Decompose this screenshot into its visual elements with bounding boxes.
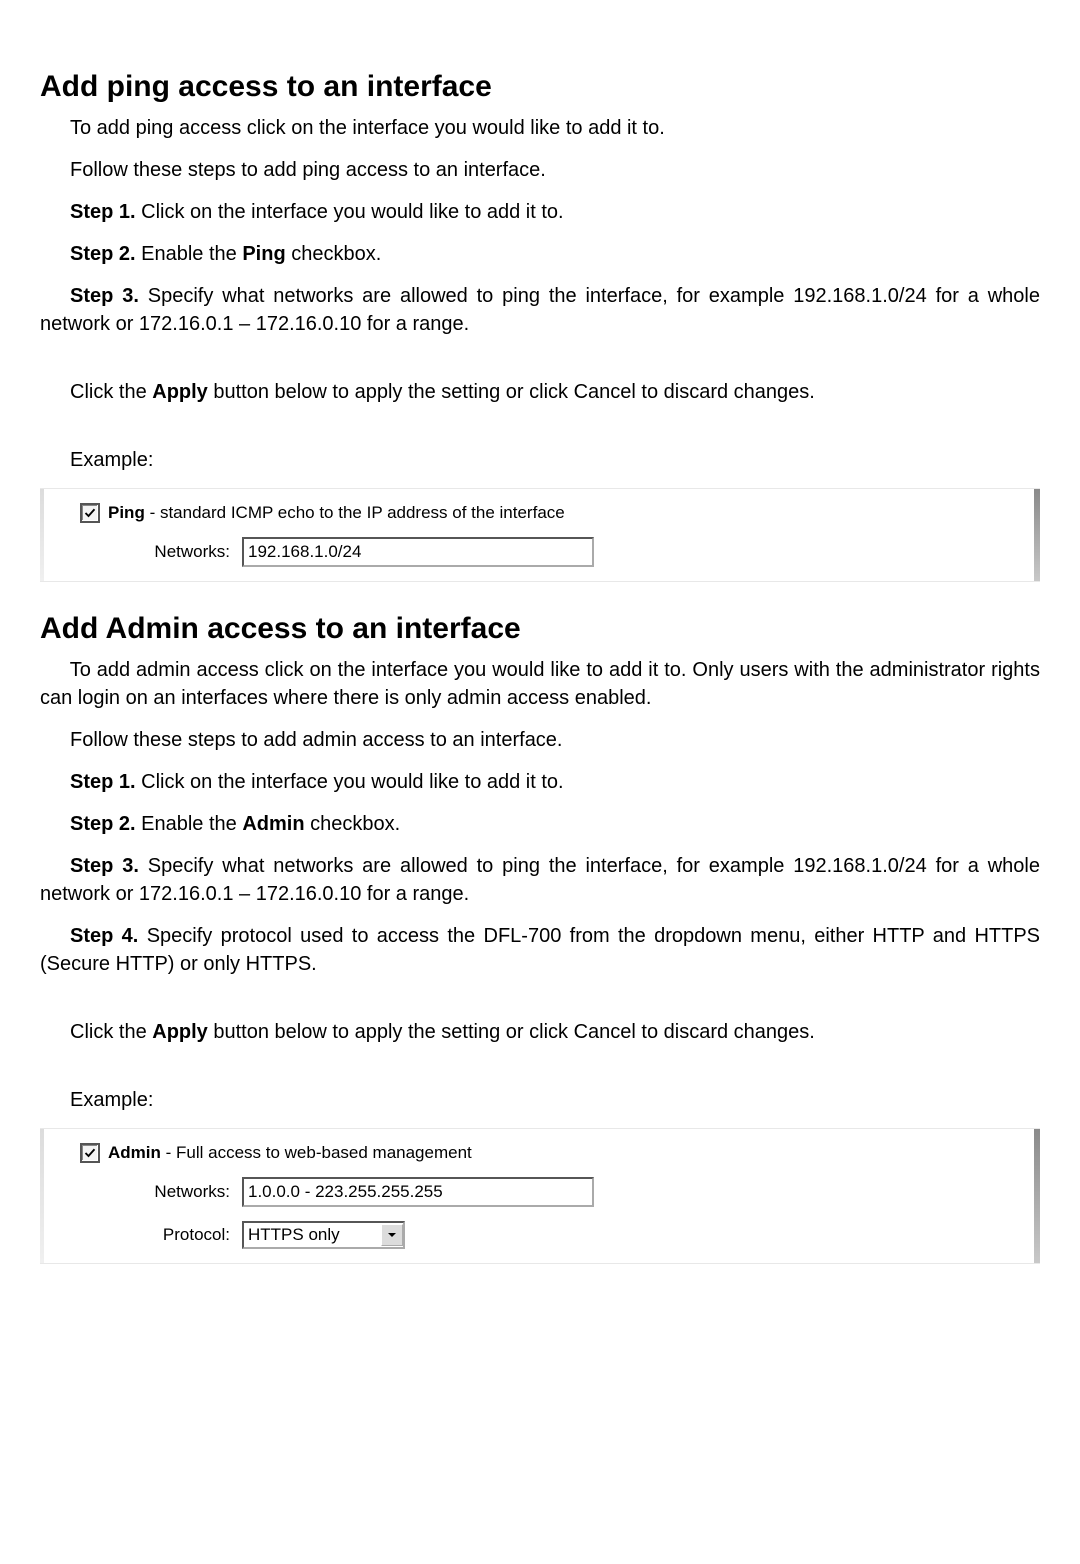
- step-text: Specify what networks are allowed to pin…: [40, 285, 1040, 335]
- step-bold: Admin: [242, 813, 304, 835]
- admin-check-label: Admin: [108, 1143, 161, 1162]
- protocol-value: HTTPS only: [248, 1225, 340, 1245]
- admin-checkbox-text: Admin - Full access to web-based managem…: [108, 1143, 472, 1163]
- networks-label: Networks:: [110, 542, 230, 562]
- apply-bold: Apply: [152, 381, 208, 403]
- section2-example-label: Example:: [40, 1086, 1040, 1114]
- ping-check-desc: - standard ICMP echo to the IP address o…: [145, 503, 565, 522]
- chevron-down-icon: [387, 1230, 397, 1240]
- networks-label: Networks:: [110, 1182, 230, 1202]
- box-border-right: [1034, 489, 1040, 581]
- ping-networks-row: Networks:: [50, 537, 1030, 567]
- section1-intro: To add ping access click on the interfac…: [40, 114, 1040, 142]
- step-label: Step 4.: [70, 925, 138, 947]
- step-text-pre: Enable the: [136, 813, 243, 835]
- section1-example-box: Ping - standard ICMP echo to the IP addr…: [40, 488, 1040, 582]
- section1-title: Add ping access to an interface: [40, 70, 1040, 104]
- step-text: Click on the interface you would like to…: [136, 201, 564, 223]
- admin-check-desc: - Full access to web-based management: [161, 1143, 472, 1162]
- section2-intro-text: To add admin access click on the interfa…: [40, 659, 1040, 709]
- step-text: Click on the interface you would like to…: [136, 771, 564, 793]
- section2-step1: Step 1. Click on the interface you would…: [40, 768, 1040, 796]
- apply-post: button below to apply the setting or cli…: [208, 381, 815, 403]
- admin-checkbox[interactable]: [80, 1143, 100, 1163]
- section2-step2: Step 2. Enable the Admin checkbox.: [40, 810, 1040, 838]
- step-label: Step 1.: [70, 771, 136, 793]
- step-text: Specify what networks are allowed to pin…: [40, 855, 1040, 905]
- apply-post: button below to apply the setting or cli…: [208, 1021, 815, 1043]
- protocol-label: Protocol:: [110, 1225, 230, 1245]
- apply-bold: Apply: [152, 1021, 208, 1043]
- section1-step2: Step 2. Enable the Ping checkbox.: [40, 240, 1040, 268]
- section2-intro: To add admin access click on the interfa…: [40, 656, 1040, 712]
- box-border-left: [40, 1129, 44, 1263]
- admin-checkbox-row: Admin - Full access to web-based managem…: [50, 1143, 1030, 1163]
- admin-networks-row: Networks:: [50, 1177, 1030, 1207]
- check-icon: [84, 507, 96, 519]
- protocol-select[interactable]: HTTPS only: [242, 1221, 405, 1249]
- section2-step3: Step 3. Specify what networks are allowe…: [40, 852, 1040, 908]
- section2-apply: Click the Apply button below to apply th…: [40, 1018, 1040, 1046]
- step-text: Specify protocol used to access the DFL-…: [40, 925, 1040, 975]
- step-label: Step 3.: [70, 855, 139, 877]
- apply-pre: Click the: [70, 381, 152, 403]
- check-icon: [84, 1147, 96, 1159]
- step-label: Step 2.: [70, 243, 136, 265]
- admin-protocol-row: Protocol: HTTPS only: [50, 1221, 1030, 1249]
- step-text-pre: Enable the: [136, 243, 243, 265]
- box-border-right: [1034, 1129, 1040, 1263]
- ping-checkbox-text: Ping - standard ICMP echo to the IP addr…: [108, 503, 565, 523]
- box-border-left: [40, 489, 44, 581]
- section1-apply: Click the Apply button below to apply th…: [40, 378, 1040, 406]
- step-label: Step 2.: [70, 813, 136, 835]
- step-text-post: checkbox.: [286, 243, 382, 265]
- ping-checkbox-row: Ping - standard ICMP echo to the IP addr…: [50, 503, 1030, 523]
- section2-follow: Follow these steps to add admin access t…: [40, 726, 1040, 754]
- step-bold: Ping: [242, 243, 285, 265]
- section1-step3: Step 3. Specify what networks are allowe…: [40, 282, 1040, 338]
- ping-networks-input[interactable]: [242, 537, 594, 567]
- section2-step4: Step 4. Specify protocol used to access …: [40, 922, 1040, 978]
- step-label: Step 3.: [70, 285, 139, 307]
- section1-follow: Follow these steps to add ping access to…: [40, 156, 1040, 184]
- ping-checkbox[interactable]: [80, 503, 100, 523]
- section2-example-box: Admin - Full access to web-based managem…: [40, 1128, 1040, 1264]
- section1-step1: Step 1. Click on the interface you would…: [40, 198, 1040, 226]
- apply-pre: Click the: [70, 1021, 152, 1043]
- step-text-post: checkbox.: [305, 813, 401, 835]
- section2-title: Add Admin access to an interface: [40, 612, 1040, 646]
- admin-networks-input[interactable]: [242, 1177, 594, 1207]
- ping-check-label: Ping: [108, 503, 145, 522]
- step-label: Step 1.: [70, 201, 136, 223]
- protocol-dropdown-button[interactable]: [381, 1224, 403, 1246]
- section1-example-label: Example:: [40, 446, 1040, 474]
